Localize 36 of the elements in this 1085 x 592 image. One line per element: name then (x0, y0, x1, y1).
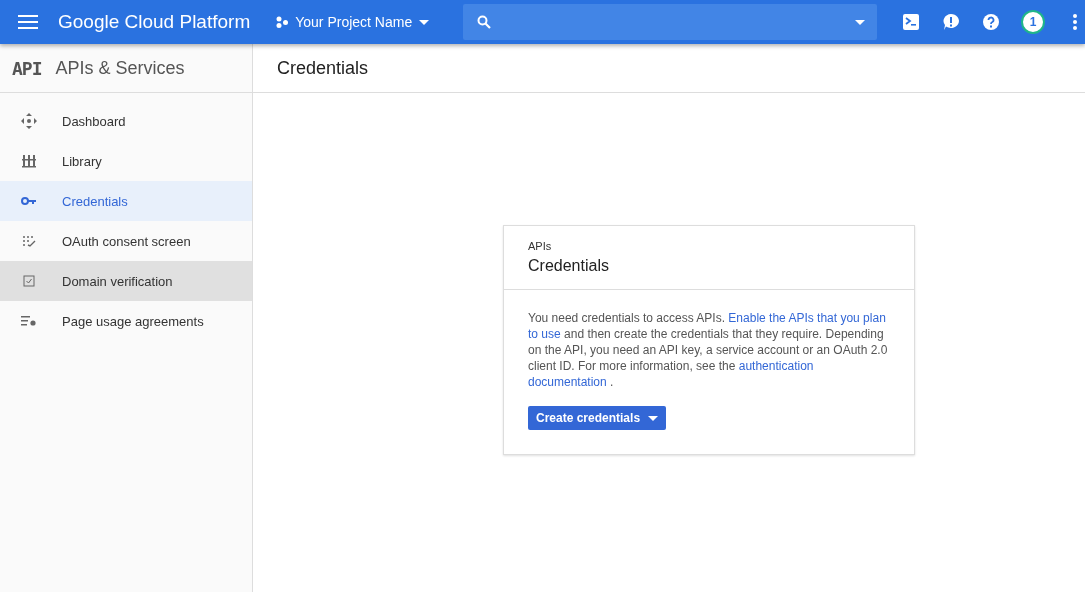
card-title: Credentials (528, 257, 610, 275)
link[interactable]: documentation (528, 375, 607, 389)
move-arrows-icon (21, 113, 37, 129)
search-field[interactable] (463, 4, 877, 40)
link[interactable]: Enable the APIs that you plan (728, 311, 886, 325)
sidebar-item[interactable]: OAuth consent screen (0, 221, 252, 261)
menu-icon[interactable] (18, 12, 38, 32)
sidebar-item[interactable]: Dashboard (0, 101, 252, 141)
dots-icon (276, 16, 289, 28)
dotted-check-icon (22, 235, 36, 247)
sidebar-title: APIs & Services (55, 57, 185, 79)
description-paragraph: You need credentials to access APIs. Enable the APIs that you plan to use and then create the credentials that they require. Depending on the API, you need an API key, a service account or an OAuth 2.0 client ID. For more information, see the authentication documentation . (528, 310, 889, 390)
project-selector[interactable]: Your Project Name (272, 10, 434, 34)
account-avatar[interactable]: 1 (1021, 10, 1045, 34)
caret-icon (419, 19, 430, 25)
sidebar-item[interactable]: Library (0, 141, 252, 181)
dropdown-caret-icon (855, 19, 865, 25)
create-credentials-button[interactable]: Create credentials (528, 406, 667, 430)
checkbox-icon (23, 275, 35, 287)
key-icon (21, 196, 37, 206)
terminal-icon[interactable] (901, 12, 921, 32)
api-logo: API (12, 57, 42, 79)
sidebar-item[interactable]: Page usage agreements (0, 301, 252, 341)
search-icon (477, 15, 492, 29)
page-title: Credentials (277, 57, 369, 79)
link[interactable]: to use (528, 327, 561, 341)
help-icon[interactable] (981, 12, 1001, 32)
sidebar-item[interactable]: Credentials (0, 181, 252, 221)
link[interactable]: authentication (738, 359, 814, 373)
product-name: Google Cloud Platform (58, 11, 251, 33)
feedback-icon[interactable] (941, 12, 961, 32)
sidebar-item[interactable]: Domain verification (0, 261, 252, 301)
list-gear-icon (21, 315, 37, 327)
caret-icon (648, 415, 659, 421)
library-icon (22, 154, 36, 168)
card-overline: APIs (528, 240, 553, 252)
